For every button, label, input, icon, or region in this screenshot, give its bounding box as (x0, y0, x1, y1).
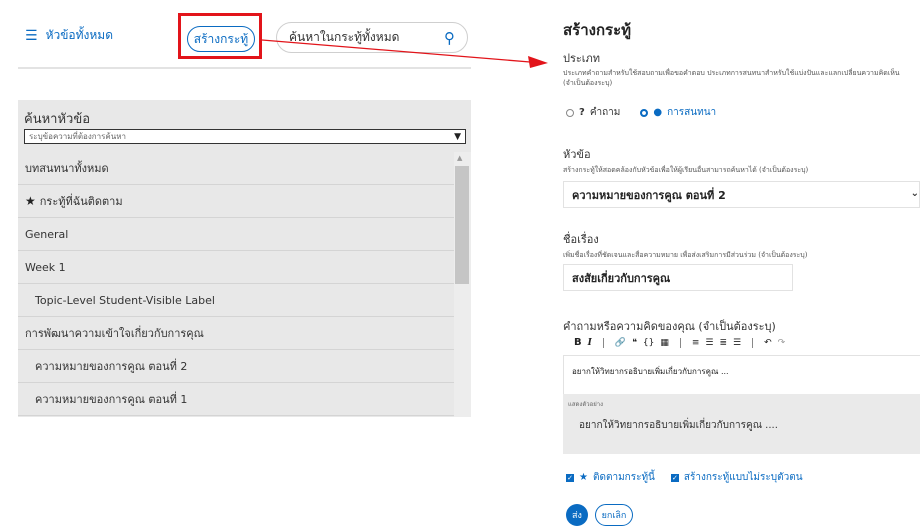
topic-item-all[interactable]: บทสนทนาทั้งหมด (18, 152, 454, 185)
toolbar-divider (602, 337, 604, 348)
all-topics-link[interactable]: ☰ หัวข้อทั้งหมด (25, 26, 113, 45)
editor-toolbar: B I 🔗 ❝ {} ▦ ≡ ☰ ≣ ☰ ↶ ↷ (571, 337, 788, 348)
topic-item-following[interactable]: ★ กระทู้ที่ฉันติดตาม (18, 185, 454, 218)
star-icon: ★ (25, 194, 36, 208)
subject-label: ชื่อเรื่อง (563, 233, 599, 246)
horizontal-rule-icon[interactable]: ☰ (730, 338, 744, 348)
subject-help: เพิ่มชื่อเรื่องที่ชัดเจนและสื่อความหมาย … (563, 251, 808, 259)
follow-checkbox[interactable]: ✓ (566, 473, 574, 482)
code-icon[interactable]: {} (640, 338, 657, 348)
topic-item-label-entry[interactable]: Topic-Level Student-Visible Label (18, 284, 454, 317)
topic-filter-input[interactable]: ระบุข้อความที่ต้องการค้นหา ▼ (24, 129, 466, 144)
option-question-label[interactable]: คำถาม (590, 105, 621, 120)
search-placeholder: ค้นหาในกระทู้ทั้งหมด (289, 30, 400, 44)
anonymous-label[interactable]: สร้างกระทู้แบบไม่ระบุตัวตน (684, 470, 803, 485)
topic-item-label: กระทู้ที่ฉันติดตาม (39, 195, 123, 208)
preview-text: อยากให้วิทยากรอธิบายเพิ่มเกี่ยวกับการคูณ… (579, 420, 778, 431)
topic-select[interactable]: ความหมายของการคูณ ตอนที่ 2 ⌄ (563, 181, 920, 208)
topic-filter-placeholder: ระบุข้อความที่ต้องการค้นหา (29, 132, 126, 141)
body-editor[interactable]: อยากให้วิทยากรอธิบายเพิ่มเกี่ยวกับการคูณ… (563, 355, 920, 395)
highlight-annotation-box (178, 13, 262, 59)
preview-box: แสดงตัวอย่าง อยากให้วิทยากรอธิบายเพิ่มเก… (563, 394, 920, 454)
follow-label[interactable]: ติดตามกระทู้นี้ (593, 470, 655, 485)
topic-item-part1[interactable]: ความหมายของการคูณ ตอนที่ 1 (18, 383, 454, 416)
topic-help: สร้างกระทู้ให้สอดคล้องกับหัวข้อเพื่อให้ผ… (563, 166, 809, 174)
subject-input[interactable]: สงสัยเกี่ยวกับการคูณ (563, 264, 793, 291)
search-icon[interactable]: ⚲ (444, 29, 455, 47)
menu-icon: ☰ (25, 27, 38, 44)
topic-item-label: ความหมายของการคูณ ตอนที่ 1 (35, 393, 188, 406)
radio-question[interactable] (566, 108, 574, 117)
topic-label: หัวข้อ (563, 148, 591, 161)
topic-item-week1[interactable]: Week 1 (18, 251, 454, 284)
preview-label: แสดงตัวอย่าง (568, 401, 604, 408)
redo-icon[interactable]: ↷ (775, 338, 789, 348)
body-label: คำถามหรือความคิดของคุณ (จำเป็นต้องระบุ) (563, 320, 776, 333)
image-icon[interactable]: ▦ (657, 338, 672, 348)
bold-icon[interactable]: B (571, 337, 585, 348)
discussion-page: ☰ หัวข้อทั้งหมด สร้างกระทู้ ค้นหาในกระทู… (0, 0, 920, 526)
form-title: สร้างกระทู้ (563, 21, 632, 39)
topic-item-label: Topic-Level Student-Visible Label (35, 293, 215, 307)
cancel-button[interactable]: ยกเลิก (595, 504, 633, 526)
topic-item-label: General (25, 227, 69, 241)
italic-icon[interactable]: I (585, 338, 595, 348)
type-help: ประเภทคำถามสำหรับใช้สอบถามเพื่อขอคำตอบ ป… (563, 69, 900, 87)
topic-item-label: การพัฒนาความเข้าใจเกี่ยวกับการคุณ (25, 327, 204, 340)
toolbar-divider (752, 337, 754, 348)
type-radio-group: ? คำถาม ● การสนทนา (566, 105, 716, 120)
chat-icon: ● (653, 107, 663, 118)
toolbar-divider (679, 337, 681, 348)
header-divider (18, 67, 471, 69)
radio-discussion[interactable] (640, 108, 649, 117)
topic-select-value: ความหมายของการคูณ ตอนที่ 2 (572, 188, 726, 202)
type-label: ประเภท (563, 52, 601, 65)
star-icon: ★ (579, 472, 588, 483)
topic-list: บทสนทนาทั้งหมด ★ กระทู้ที่ฉันติดตาม Gene… (18, 152, 454, 416)
topic-item-label: บทสนทนาทั้งหมด (25, 162, 109, 175)
bullet-list-icon[interactable]: ☰ (702, 338, 716, 348)
topic-item-part2[interactable]: ความหมายของการคูณ ตอนที่ 2 (18, 350, 454, 383)
topic-panel: ค้นหาหัวข้อ ระบุข้อความที่ต้องการค้นหา ▼… (18, 100, 471, 417)
all-topics-label: หัวข้อทั้งหมด (45, 28, 114, 42)
submit-button[interactable]: ส่ง (566, 504, 588, 526)
ordered-list-icon[interactable]: ≡ (689, 338, 703, 348)
scroll-up-icon[interactable]: ▲ (457, 154, 462, 162)
link-icon[interactable]: 🔗 (612, 338, 629, 348)
question-icon: ? (579, 107, 585, 118)
scrollbar-thumb[interactable] (455, 166, 469, 284)
topic-item-general[interactable]: General (18, 218, 454, 251)
undo-icon[interactable]: ↶ (761, 338, 775, 348)
subject-value: สงสัยเกี่ยวกับการคูณ (572, 271, 671, 285)
topic-item-multiplication[interactable]: การพัฒนาความเข้าใจเกี่ยวกับการคุณ (18, 317, 454, 350)
topic-item-label: Week 1 (25, 260, 66, 274)
options-row: ✓ ★ ติดตามกระทู้นี้ ✓ สร้างกระทู้แบบไม่ร… (566, 470, 803, 485)
chevron-down-icon: ⌄ (910, 188, 919, 199)
option-discussion-label[interactable]: การสนทนา (667, 105, 716, 120)
filter-icon: ▼ (454, 131, 461, 142)
search-input[interactable]: ค้นหาในกระทู้ทั้งหมด ⚲ (276, 22, 468, 53)
heading-icon[interactable]: ≣ (717, 338, 731, 348)
topic-item-label: ความหมายของการคูณ ตอนที่ 2 (35, 360, 188, 373)
quote-icon[interactable]: ❝ (629, 338, 640, 348)
body-value: อยากให้วิทยากรอธิบายเพิ่มเกี่ยวกับการคูณ… (572, 367, 729, 376)
anonymous-checkbox[interactable]: ✓ (670, 473, 679, 482)
topic-panel-title: ค้นหาหัวข้อ (24, 112, 91, 127)
